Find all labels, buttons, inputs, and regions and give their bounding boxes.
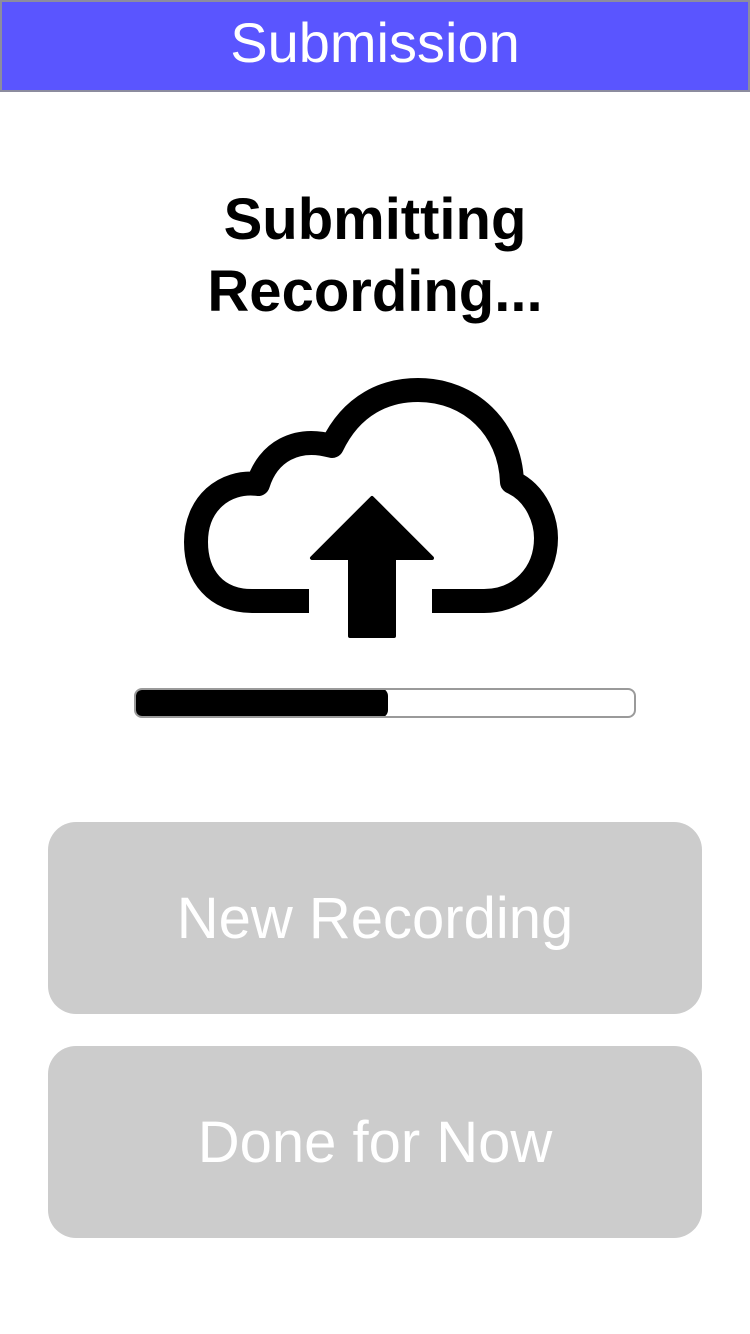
new-recording-button[interactable]: New Recording (48, 822, 702, 1014)
done-for-now-button[interactable]: Done for Now (48, 1046, 702, 1238)
cloud-upload-icon (184, 378, 558, 638)
status-title: Submitting Recording... (207, 187, 543, 324)
upload-progress-fill (136, 690, 388, 716)
navigation-header: Submission (0, 0, 750, 92)
header-title: Submission (230, 11, 520, 74)
upload-progress-bar (134, 688, 636, 718)
